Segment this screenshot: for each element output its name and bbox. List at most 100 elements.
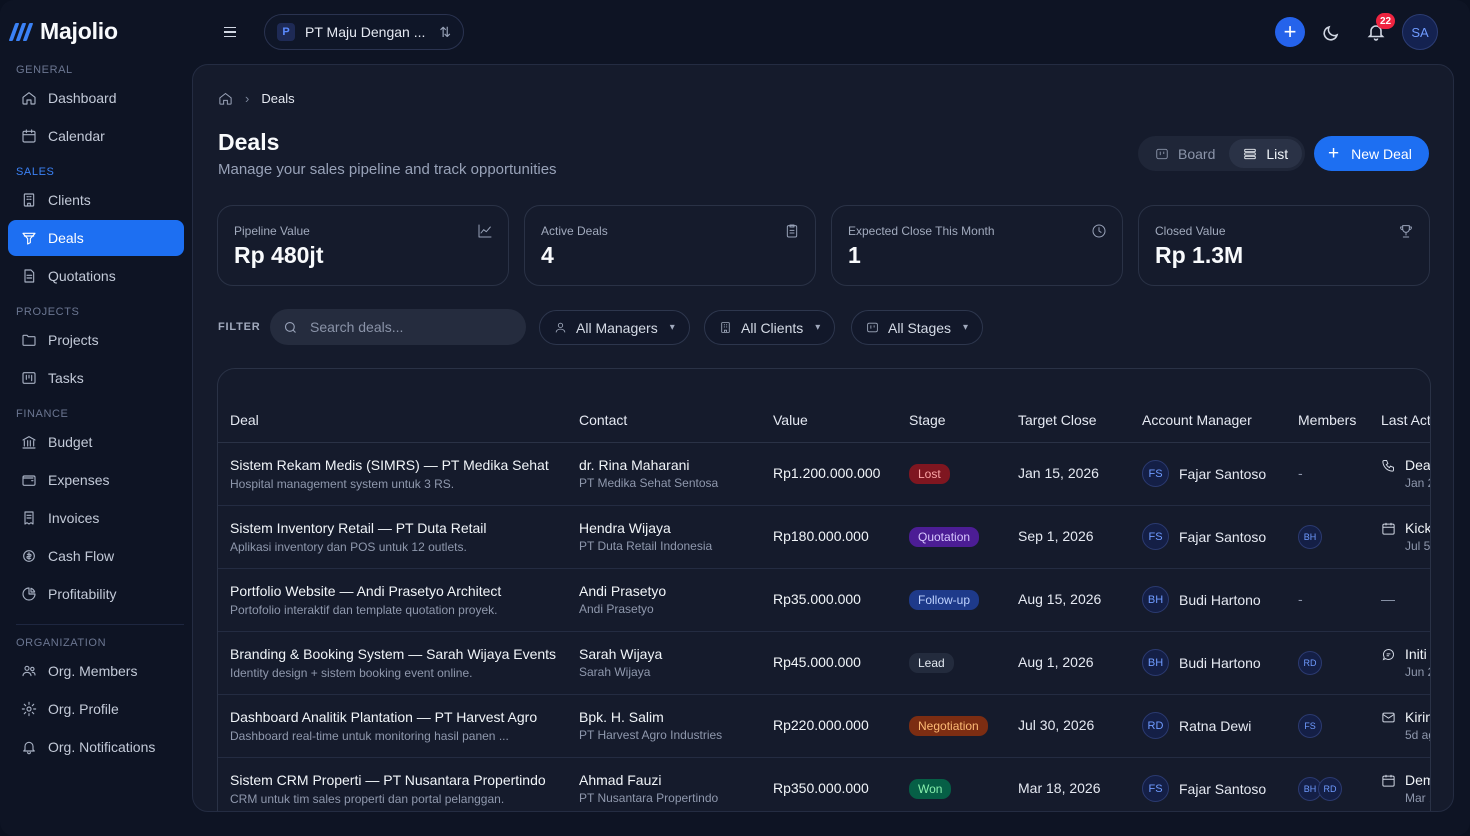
deal-title[interactable]: Sistem Rekam Medis (SIMRS) — PT Medika S… <box>230 457 555 473</box>
menu-toggle-button[interactable] <box>218 20 242 44</box>
manager-avatar: BH <box>1142 649 1169 676</box>
board-view-button[interactable]: Board <box>1141 139 1229 168</box>
org-name: PT Maju Dengan ... <box>305 24 426 40</box>
board-icon <box>1156 148 1168 159</box>
section-label-projects: PROJECTS <box>16 306 80 318</box>
sidebar-item-tasks[interactable]: Tasks <box>8 360 184 396</box>
table-row[interactable]: Sistem Inventory Retail — PT Duta Retail… <box>218 505 1431 569</box>
column-header-value[interactable]: Value <box>761 369 897 443</box>
deal-value: Rp350.000.000 <box>773 779 869 796</box>
members-stack: BH RD <box>1298 776 1357 801</box>
member-avatar[interactable]: FS <box>1298 713 1322 738</box>
deal-value: Rp1.200.000.000 <box>773 464 881 481</box>
sidebar-item-profitability[interactable]: Profitability <box>8 576 184 612</box>
deal-title[interactable]: Portfolio Website — Andi Prasetyo Archit… <box>230 583 555 599</box>
cell-value: Rp35.000.000 <box>761 568 897 632</box>
sidebar-item-org-profile[interactable]: Org. Profile <box>8 691 184 727</box>
column-header-members[interactable]: Members <box>1286 369 1369 443</box>
org-switcher[interactable]: P PT Maju Dengan ... ⇅ <box>264 14 464 50</box>
section-label-sales: SALES <box>16 166 55 178</box>
sidebar-item-invoices[interactable]: Invoices <box>8 500 184 536</box>
table-row[interactable]: Sistem Rekam Medis (SIMRS) — PT Medika S… <box>218 442 1430 506</box>
bell-icon <box>23 741 35 755</box>
column-header-deal[interactable]: Deal <box>218 369 567 443</box>
sidebar-item-org-notifications[interactable]: Org. Notifications <box>8 729 184 765</box>
column-header-contact[interactable]: Contact <box>567 369 761 443</box>
activity-title: Initi <box>1405 646 1427 662</box>
sidebar-item-projects[interactable]: Projects <box>8 322 184 358</box>
section-label-general: GENERAL <box>16 64 73 76</box>
sidebar-item-quotations[interactable]: Quotations <box>8 258 184 294</box>
list-view-button[interactable]: List <box>1229 139 1303 168</box>
section-label-finance: FINANCE <box>16 408 69 420</box>
page-subtitle: Manage your sales pipeline and track opp… <box>218 161 557 178</box>
activity-date: Jul 5 <box>1405 539 1431 553</box>
sidebar-item-deals[interactable]: Deals <box>8 220 184 256</box>
deal-title[interactable]: Branding & Booking System — Sarah Wijaya… <box>230 646 556 662</box>
cell-deal: Sistem Rekam Medis (SIMRS) — PT Medika S… <box>218 442 567 506</box>
table-body: Sistem Rekam Medis (SIMRS) — PT Medika S… <box>218 442 1431 811</box>
stat-label: Expected Close This Month <box>848 224 995 238</box>
new-deal-button[interactable]: + New Deal <box>1314 136 1429 171</box>
stat-label: Closed Value <box>1155 224 1226 238</box>
column-header-account-manager[interactable]: Account Manager <box>1130 369 1286 443</box>
search-input[interactable] <box>310 319 500 335</box>
sidebar-item-budget[interactable]: Budget <box>8 424 184 460</box>
user-avatar[interactable]: SA <box>1402 14 1438 50</box>
table-row[interactable]: Portfolio Website — Andi Prasetyo Archit… <box>218 568 1430 632</box>
sidebar-item-label: Org. Members <box>48 663 138 679</box>
search-icon <box>284 321 296 333</box>
sidebar-item-label: Tasks <box>48 370 84 386</box>
chevron-right-icon: › <box>245 91 250 106</box>
home-icon[interactable] <box>218 91 233 106</box>
stage-badge: Follow-up <box>909 589 980 610</box>
deal-title[interactable]: Sistem CRM Properti — PT Nusantara Prope… <box>230 772 555 788</box>
deal-description: CRM untuk tim sales properti dan portal … <box>230 791 505 806</box>
deal-title[interactable]: Dashboard Analitik Plantation — PT Harve… <box>230 709 555 725</box>
sidebar-item-label: Profitability <box>48 586 117 602</box>
contact-company: Andi Prasetyo <box>579 602 654 616</box>
sidebar-item-cashflow[interactable]: Cash Flow <box>8 538 184 574</box>
cell-stage: Lost <box>897 442 1006 506</box>
column-header-last-activity[interactable]: Last Act <box>1369 369 1430 443</box>
sidebar-item-org-members[interactable]: Org. Members <box>8 653 184 689</box>
cell-account-manager: FS Fajar Santoso <box>1130 442 1286 506</box>
column-header-stage[interactable]: Stage <box>897 369 1006 443</box>
clipboard-icon <box>786 224 798 238</box>
manager-name: Budi Hartono <box>1179 591 1261 608</box>
table-row[interactable]: Branding & Booking System — Sarah Wijaya… <box>218 631 1430 695</box>
member-avatar[interactable]: RD <box>1318 776 1342 801</box>
sidebar-item-dashboard[interactable]: Dashboard <box>8 80 184 116</box>
new-deal-label: New Deal <box>1351 145 1412 162</box>
table-row[interactable]: Dashboard Analitik Plantation — PT Harve… <box>218 694 1430 758</box>
sidebar-item-label: Projects <box>48 332 99 348</box>
clients-filter-dropdown[interactable]: All Clients ▾ <box>704 310 836 345</box>
stat-card-pipeline-value: Pipeline Value Rp 480jt <box>217 205 509 286</box>
stages-filter-dropdown[interactable]: All Stages ▾ <box>851 310 984 345</box>
cell-last-activity: — <box>1369 568 1430 632</box>
quick-add-button[interactable]: + <box>1275 17 1305 47</box>
app-logo[interactable]: Majolio <box>8 18 118 45</box>
kanban-icon <box>867 322 878 333</box>
sidebar-item-clients[interactable]: Clients <box>8 182 184 218</box>
deals-table-container[interactable]: Deal Contact Value Stage Target Close Ac… <box>217 368 1431 811</box>
member-avatar[interactable]: BH <box>1298 524 1322 549</box>
activity-date: 5d ag <box>1405 728 1430 742</box>
sidebar-item-expenses[interactable]: Expenses <box>8 462 184 498</box>
managers-filter-dropdown[interactable]: All Managers ▾ <box>539 310 690 345</box>
cell-account-manager: FS Fajar Santoso <box>1130 757 1286 811</box>
contact-name: dr. Rina Maharani <box>579 457 690 473</box>
cell-target-close: Jul 30, 2026 <box>1006 694 1130 758</box>
chevron-down-icon: ▾ <box>963 322 969 333</box>
member-avatar[interactable]: RD <box>1298 650 1322 675</box>
deal-title[interactable]: Sistem Inventory Retail — PT Duta Retail <box>230 520 555 536</box>
sidebar-item-calendar[interactable]: Calendar <box>8 118 184 154</box>
main-panel: › Deals Deals Manage your sales pipeline… <box>192 64 1454 812</box>
column-header-target-close[interactable]: Target Close <box>1006 369 1130 443</box>
cell-account-manager: BH Budi Hartono <box>1130 631 1286 695</box>
table-row[interactable]: Sistem CRM Properti — PT Nusantara Prope… <box>218 757 1430 811</box>
breadcrumb-current: Deals <box>261 91 295 106</box>
cell-deal: Sistem Inventory Retail — PT Duta Retail… <box>218 505 567 569</box>
cell-contact: Sarah Wijaya Sarah Wijaya <box>567 631 761 695</box>
theme-toggle-button[interactable] <box>1320 20 1344 44</box>
